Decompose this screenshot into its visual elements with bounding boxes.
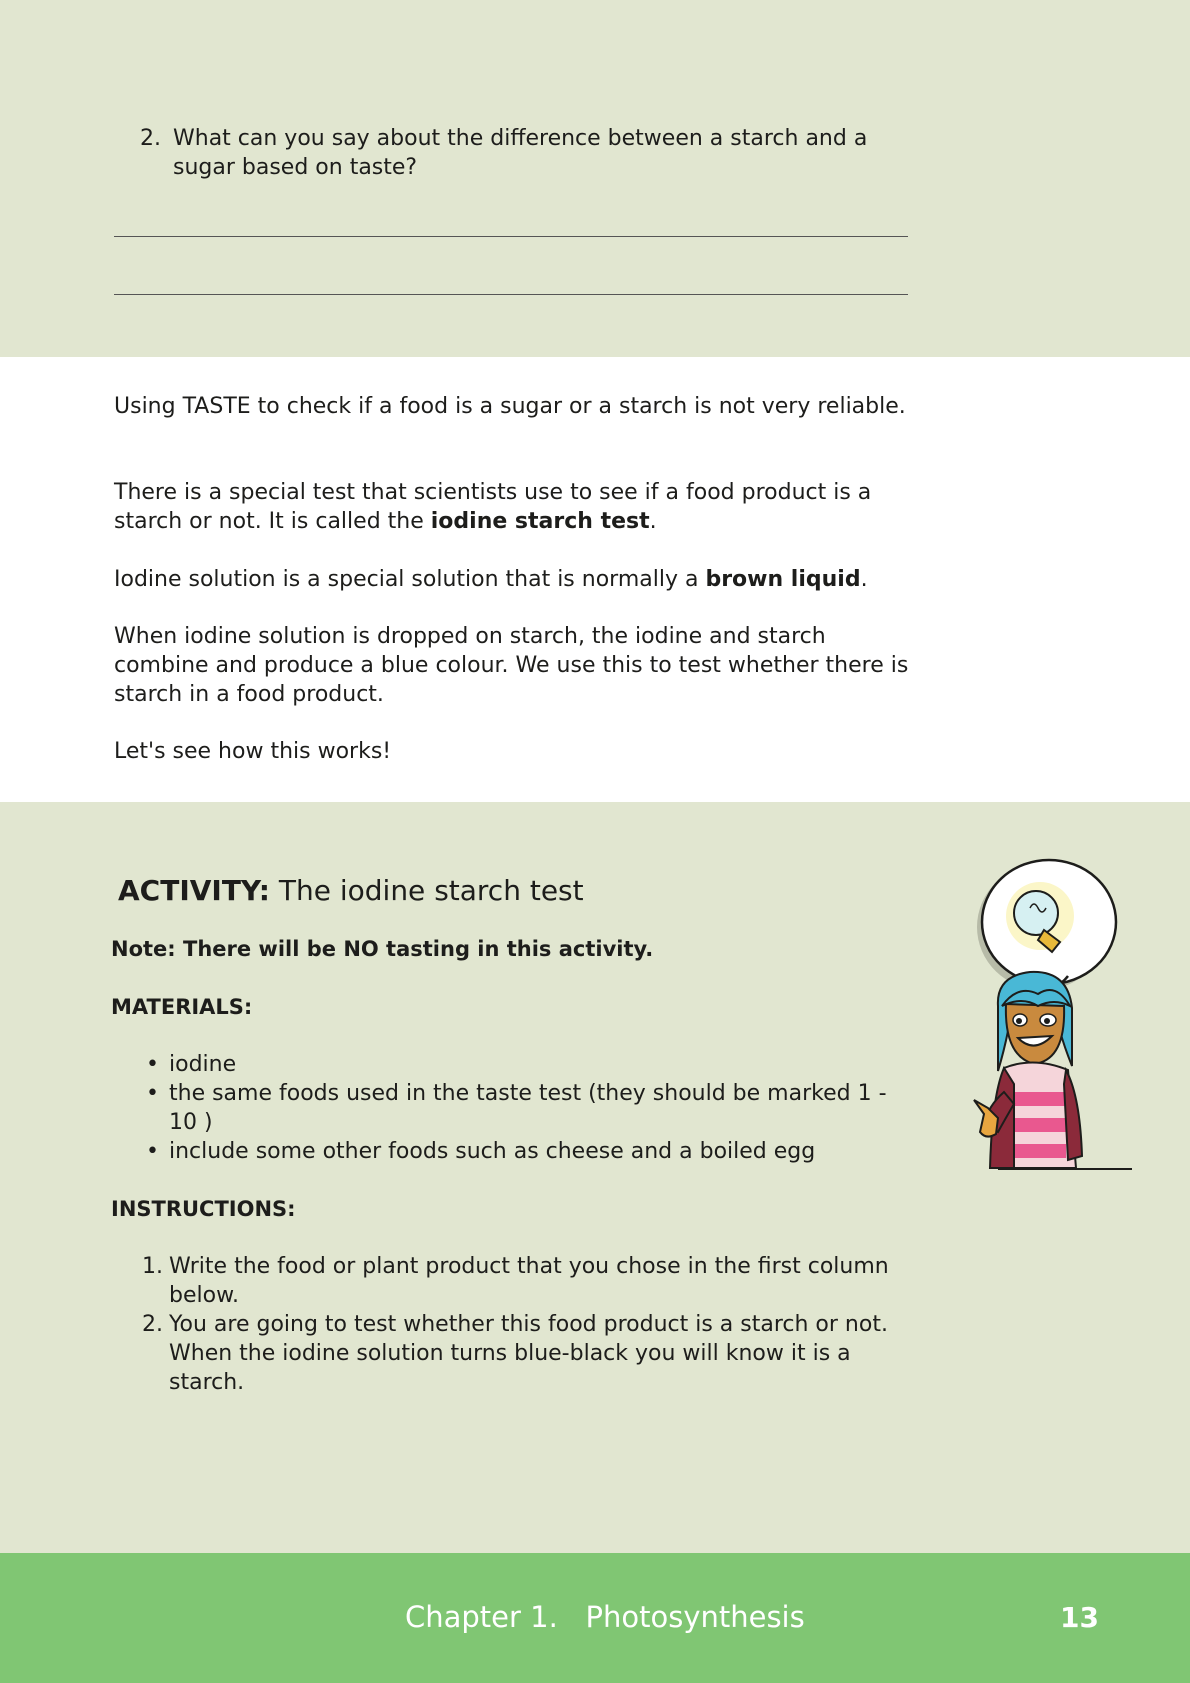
chapter-title: Chapter 1. Photosynthesis <box>405 1600 805 1634</box>
answer-line-1[interactable] <box>114 236 908 237</box>
activity-label: ACTIVITY: <box>118 874 270 907</box>
page-number: 13 <box>1060 1601 1099 1634</box>
answer-line-2[interactable] <box>114 294 908 295</box>
materials-list: iodine the same foods used in the taste … <box>140 1050 910 1166</box>
info-paragraph-lets-see: Let's see how this works! <box>114 739 392 764</box>
girl-with-lightbulb-illustration <box>973 858 1132 1170</box>
brown-liquid-term: brown liquid <box>705 567 861 592</box>
question-text: What can you say about the difference be… <box>173 126 868 180</box>
question-number: 2. <box>140 126 161 151</box>
activity-title: ACTIVITY: The iodine starch test <box>118 873 584 909</box>
instructions-list: 1. Write the food or plant product that y… <box>140 1252 910 1397</box>
info-paragraph-blue: When iodine solution is dropped on starc… <box>114 624 909 707</box>
activity-note: Note: There will be NO tasting in this a… <box>111 937 654 961</box>
list-item: include some other foods such as cheese … <box>140 1137 910 1166</box>
list-item: 1. Write the food or plant product that y… <box>142 1254 889 1308</box>
instructions-heading: INSTRUCTIONS: <box>111 1197 296 1221</box>
activity-name: The iodine starch test <box>278 874 584 907</box>
info-paragraph-iodine: Iodine solution is a special solution th… <box>114 567 868 592</box>
list-item: iodine <box>140 1050 910 1079</box>
info-paragraph-test: There is a special test that scientists … <box>114 480 872 534</box>
iodine-starch-test-term: iodine starch test <box>430 509 650 534</box>
list-item: the same foods used in the taste test (t… <box>140 1079 910 1137</box>
info-paragraph-taste: Using TASTE to check if a food is a suga… <box>114 394 906 419</box>
materials-heading: MATERIALS: <box>111 995 253 1019</box>
list-item: 2. You are going to test whether this foo… <box>142 1312 888 1395</box>
